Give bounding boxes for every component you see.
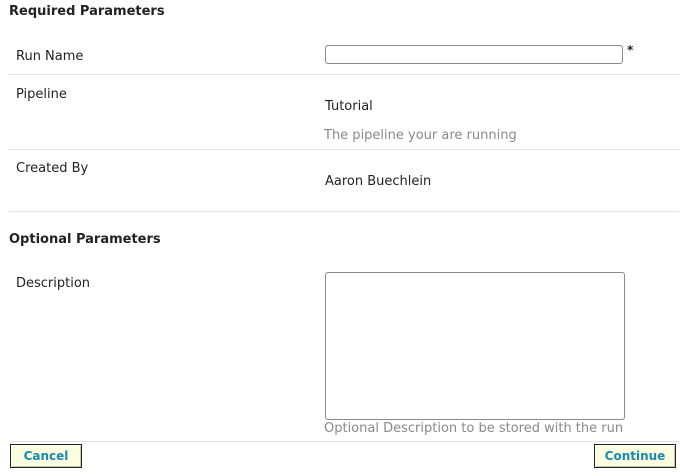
continue-button[interactable]: Continue [594, 444, 676, 468]
divider-required-section [9, 211, 679, 212]
divider-pipeline [9, 149, 679, 150]
cancel-button[interactable]: Cancel [10, 444, 82, 468]
optional-parameters-heading: Optional Parameters [9, 232, 161, 247]
run-name-input[interactable] [325, 45, 623, 64]
description-textarea[interactable] [325, 272, 625, 420]
pipeline-label: Pipeline [16, 87, 67, 102]
run-name-label: Run Name [16, 49, 84, 64]
required-parameters-heading: Required Parameters [9, 4, 165, 19]
required-marker: * [627, 43, 634, 57]
description-label: Description [16, 276, 91, 291]
divider-buttons [9, 441, 679, 442]
pipeline-value: Tutorial [325, 99, 373, 114]
created-by-value: Aaron Buechlein [325, 174, 432, 189]
description-hint: Optional Description to be stored with t… [324, 421, 624, 436]
pipeline-hint: The pipeline your are running [324, 128, 517, 143]
created-by-label: Created By [16, 161, 89, 176]
divider-run-name [9, 74, 679, 75]
